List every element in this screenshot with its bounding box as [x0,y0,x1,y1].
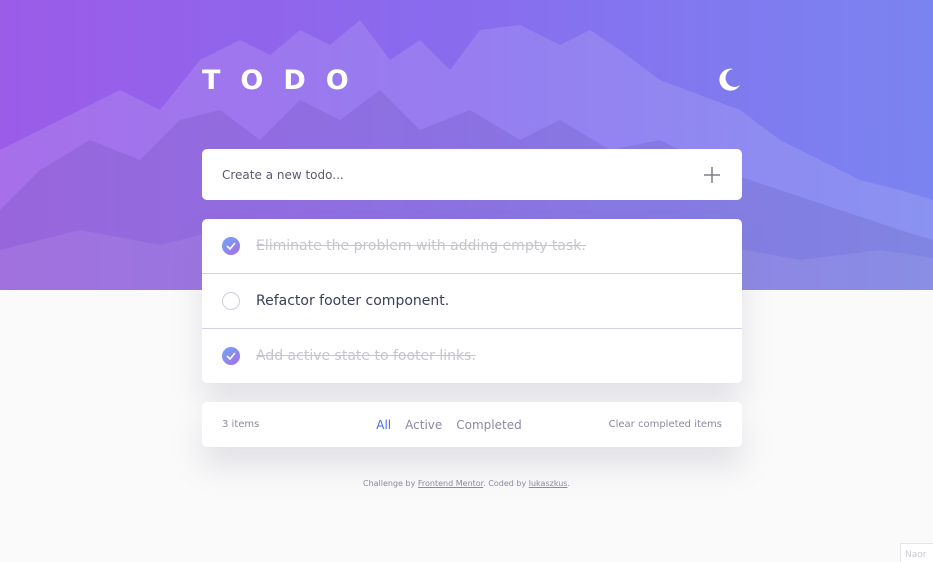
check-icon [226,352,236,360]
filter-group: All Active Completed [376,418,521,432]
filter-active[interactable]: Active [405,418,442,432]
todo-text: Add active state to footer links. [256,348,476,364]
todo-text: Refactor footer component. [256,293,450,309]
app-title: TODO [202,64,369,96]
attribution: Challenge by Frontend Mentor. Coded by l… [0,479,933,488]
filter-completed[interactable]: Completed [456,418,521,432]
todo-footer: 3 items All Active Completed Clear compl… [202,402,742,447]
todo-item[interactable]: Add active state to footer links. [202,329,742,383]
plus-icon[interactable] [702,165,722,185]
check-icon [226,242,236,250]
credit-suffix: . [567,479,570,488]
todo-checkbox-checked[interactable] [222,237,240,255]
corner-widget-text: Naor [905,550,927,560]
todo-list: Eliminate the problem with adding empty … [202,219,742,383]
credit-middle: . Coded by [483,479,527,488]
new-todo-input[interactable] [222,167,662,182]
moon-icon[interactable] [716,67,742,93]
todo-item[interactable]: Eliminate the problem with adding empty … [202,219,742,274]
todo-checkbox[interactable] [222,292,240,310]
todo-item[interactable]: Refactor footer component. [202,274,742,329]
todo-text: Eliminate the problem with adding empty … [256,238,586,254]
filter-all[interactable]: All [376,418,391,432]
items-left-count: 3 items [222,419,260,430]
corner-widget[interactable]: Naor [900,543,933,562]
todo-checkbox-checked[interactable] [222,347,240,365]
clear-completed-button[interactable]: Clear completed items [609,419,722,430]
frontend-mentor-link[interactable]: Frontend Mentor [418,479,483,488]
app-header: TODO [202,64,742,96]
author-link[interactable]: lukaszkus [529,479,568,488]
new-todo-bar [202,149,742,200]
credit-prefix: Challenge by [362,479,416,488]
